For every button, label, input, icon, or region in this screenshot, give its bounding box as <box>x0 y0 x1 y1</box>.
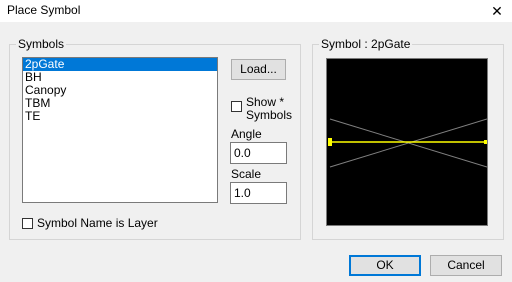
window-title: Place Symbol <box>7 3 81 17</box>
symbol-listbox[interactable]: 2pGate BH Canopy TBM TE <box>22 57 218 203</box>
preview-group-label: Symbol : 2pGate <box>319 37 413 51</box>
layer-checkbox-label: Symbol Name is Layer <box>37 216 158 230</box>
gate-endpoint-right <box>484 140 487 144</box>
symbol-preview <box>326 58 488 226</box>
load-button[interactable]: Load... <box>231 59 286 80</box>
scale-input[interactable]: 1.0 <box>230 182 287 204</box>
ok-button[interactable]: OK <box>349 255 421 276</box>
angle-input[interactable]: 0.0 <box>230 142 287 164</box>
cancel-button[interactable]: Cancel <box>430 255 502 276</box>
title-bar: Place Symbol ✕ <box>0 0 512 22</box>
angle-label: Angle <box>231 127 262 141</box>
layer-checkbox[interactable] <box>22 218 33 229</box>
list-item[interactable]: Canopy <box>23 84 217 97</box>
gate-endpoint-left <box>328 138 332 146</box>
show-symbols-checkbox[interactable] <box>231 101 242 112</box>
symbols-group-label: Symbols <box>16 37 67 51</box>
show-symbols-label-line2: Symbols <box>246 108 293 122</box>
list-item[interactable]: 2pGate <box>23 58 217 71</box>
gate-symbol-graphic <box>328 118 487 168</box>
scale-label: Scale <box>231 167 262 181</box>
list-item[interactable]: TE <box>23 110 217 123</box>
close-icon[interactable]: ✕ <box>482 0 512 22</box>
list-item[interactable]: TBM <box>23 97 217 110</box>
